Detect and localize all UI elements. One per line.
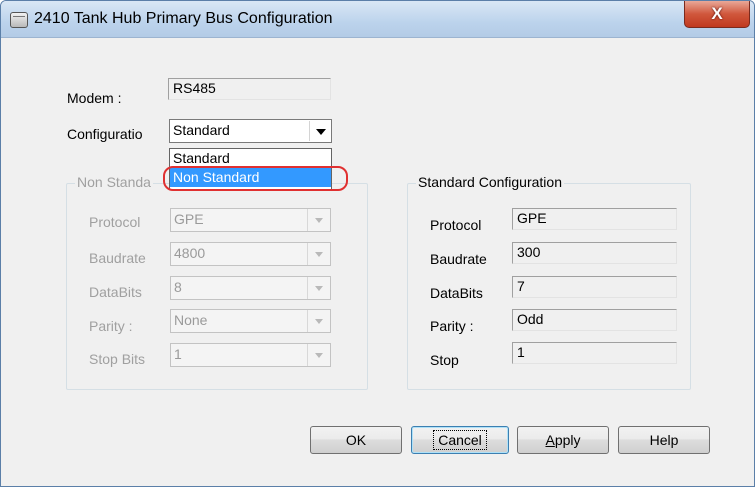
- modem-field: RS485: [168, 78, 331, 100]
- std-databits-label: DataBits: [430, 285, 483, 301]
- std-protocol-field: GPE: [512, 208, 677, 230]
- ns-parity-select: None: [170, 309, 331, 333]
- std-baudrate-label: Baudrate: [430, 251, 487, 267]
- ns-parity-label: Parity :: [89, 318, 133, 334]
- ok-label: OK: [345, 432, 367, 448]
- ns-baudrate-value: 4800: [174, 245, 206, 261]
- ns-stopbits-label: Stop Bits: [89, 351, 146, 367]
- option-standard[interactable]: Standard: [170, 149, 331, 168]
- ok-button[interactable]: OK: [310, 426, 402, 454]
- std-protocol-label: Protocol: [430, 217, 482, 233]
- std-stop-field: 1: [512, 342, 677, 364]
- ns-databits-label: DataBits: [89, 284, 142, 300]
- chevron-down-icon: [307, 277, 330, 299]
- ns-protocol-value: GPE: [174, 211, 204, 227]
- window-title: 2410 Tank Hub Primary Bus Configuration: [34, 10, 333, 27]
- std-stop-label: Stop: [430, 352, 459, 368]
- ns-parity-value: None: [174, 312, 208, 328]
- chevron-down-icon: [307, 310, 330, 332]
- configuration-select[interactable]: Standard: [169, 119, 332, 143]
- non-standard-caption: Non Standa: [75, 174, 153, 190]
- std-parity-label: Parity :: [430, 318, 474, 334]
- modem-label: Modem :: [67, 90, 122, 106]
- close-button[interactable]: X: [684, 1, 750, 28]
- std-parity-field: Odd: [512, 309, 677, 331]
- apply-label-rest: pply: [554, 432, 581, 448]
- ns-stopbits-value: 1: [174, 346, 182, 362]
- apply-label: Apply: [545, 432, 580, 448]
- cancel-button[interactable]: Cancel: [411, 426, 509, 454]
- chevron-down-icon[interactable]: [309, 121, 330, 141]
- help-button[interactable]: Help: [618, 426, 710, 454]
- configuration-value: Standard: [173, 122, 230, 138]
- ns-protocol-label: Protocol: [89, 214, 141, 230]
- standard-caption: Standard Configuration: [416, 174, 564, 190]
- ns-baudrate-select: 4800: [170, 242, 331, 266]
- ns-stopbits-select: 1: [170, 343, 331, 367]
- ns-databits-value: 8: [174, 279, 182, 295]
- chevron-down-icon: [307, 209, 330, 231]
- title-bar[interactable]: 2410 Tank Hub Primary Bus Configuration …: [1, 1, 754, 38]
- configuration-dropdown-list: Standard Non Standard: [169, 148, 332, 190]
- apply-accelerator: A: [545, 432, 555, 448]
- ns-baudrate-label: Baudrate: [89, 250, 146, 266]
- option-non-standard[interactable]: Non Standard: [170, 168, 331, 187]
- ns-protocol-select: GPE: [170, 208, 331, 232]
- chevron-down-icon: [307, 243, 330, 265]
- apply-button[interactable]: Apply: [517, 426, 609, 454]
- ns-databits-select: 8: [170, 276, 331, 300]
- close-icon: X: [711, 4, 723, 23]
- tank-icon: [10, 12, 28, 28]
- help-label: Help: [649, 432, 679, 448]
- chevron-down-icon: [307, 344, 330, 366]
- cancel-label: Cancel: [433, 430, 487, 450]
- std-databits-field: 7: [512, 276, 677, 298]
- std-baudrate-field: 300: [512, 242, 677, 264]
- configuration-label: Configuratio: [67, 126, 143, 142]
